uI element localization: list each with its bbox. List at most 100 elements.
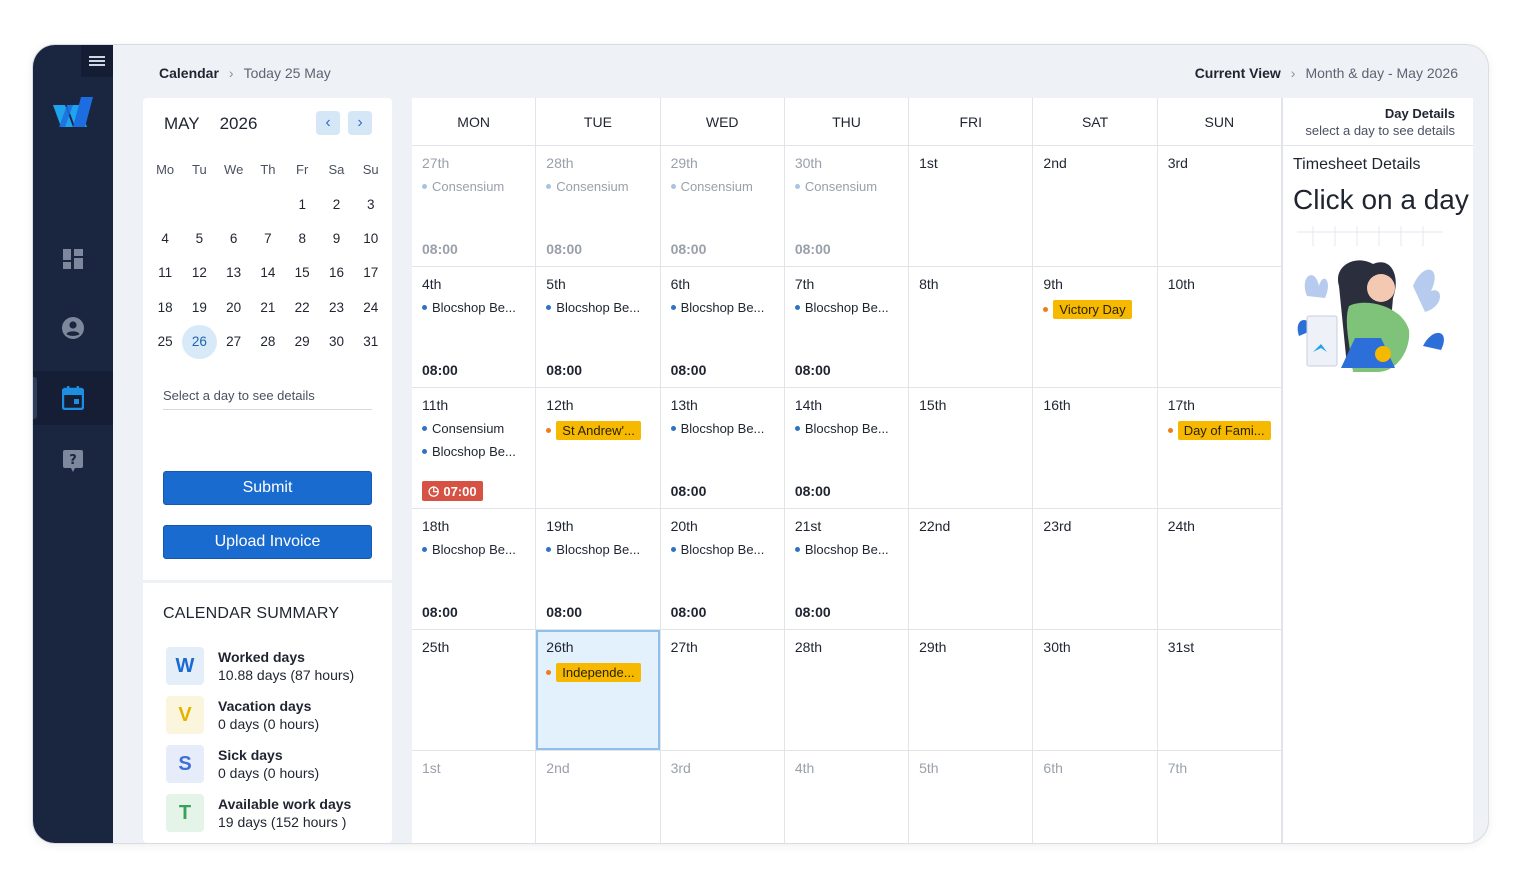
mini-day[interactable]: 6 bbox=[217, 222, 251, 256]
nav-calendar[interactable] bbox=[33, 371, 113, 425]
day-cell[interactable]: 9th Victory Day bbox=[1033, 267, 1158, 388]
mini-day-selected[interactable]: 26 bbox=[182, 325, 217, 360]
day-cell[interactable]: 31st bbox=[1157, 630, 1282, 751]
upload-invoice-button[interactable]: Upload Invoice bbox=[163, 525, 372, 559]
holiday-event[interactable]: Independe... bbox=[546, 663, 649, 682]
day-cell[interactable]: 14th Blocshop Be... 08:00 bbox=[784, 388, 910, 509]
calendar-event[interactable]: Consensium bbox=[794, 179, 898, 194]
mini-day[interactable]: 14 bbox=[251, 256, 285, 290]
mini-day[interactable]: 2 bbox=[319, 188, 353, 222]
holiday-event[interactable]: St Andrew'... bbox=[546, 421, 649, 440]
mini-day[interactable]: 25 bbox=[148, 325, 182, 359]
mini-day[interactable]: 7 bbox=[251, 222, 285, 256]
time-alert-badge[interactable]: ◷ 07:00 bbox=[422, 481, 483, 501]
calendar-event[interactable]: Blocshop Be... bbox=[422, 542, 525, 557]
day-cell[interactable]: 7th bbox=[1158, 751, 1282, 843]
mini-day[interactable]: 21 bbox=[251, 291, 285, 325]
day-cell[interactable]: 29th bbox=[909, 630, 1034, 751]
nav-help[interactable]: ? bbox=[33, 434, 113, 488]
mini-day[interactable]: 30 bbox=[319, 325, 353, 359]
day-cell[interactable]: 28th bbox=[784, 630, 910, 751]
day-cell[interactable]: 17th Day of Fami... bbox=[1157, 388, 1282, 509]
calendar-event[interactable]: Blocshop Be... bbox=[546, 542, 649, 557]
day-cell[interactable]: 27th bbox=[660, 630, 785, 751]
current-view-label[interactable]: Current View bbox=[1195, 65, 1281, 81]
day-cell[interactable]: 7th Blocshop Be... 08:00 bbox=[784, 267, 910, 388]
mini-day[interactable]: 11 bbox=[148, 256, 182, 290]
day-cell[interactable]: 4th bbox=[785, 751, 910, 843]
day-cell[interactable]: 30th bbox=[1033, 630, 1158, 751]
mini-day[interactable]: 22 bbox=[285, 291, 319, 325]
day-cell[interactable]: 8th bbox=[909, 267, 1034, 388]
holiday-event[interactable]: Victory Day bbox=[1043, 300, 1146, 319]
day-cell[interactable]: 21st Blocshop Be... 08:00 bbox=[784, 509, 910, 630]
nav-profile[interactable] bbox=[33, 301, 113, 355]
day-cell[interactable]: 13th Blocshop Be... 08:00 bbox=[660, 388, 785, 509]
day-cell[interactable]: 27th Consensium 08:00 bbox=[412, 146, 537, 267]
day-cell[interactable]: 3rd bbox=[1157, 146, 1282, 267]
mini-day[interactable]: 16 bbox=[319, 256, 353, 290]
calendar-event[interactable]: Blocshop Be... bbox=[422, 444, 525, 459]
mini-day[interactable]: 27 bbox=[217, 325, 251, 359]
submit-button[interactable]: Submit bbox=[163, 471, 372, 505]
mini-day[interactable]: 15 bbox=[285, 256, 319, 290]
mini-day[interactable]: 1 bbox=[285, 188, 319, 222]
mini-day[interactable]: 13 bbox=[217, 256, 251, 290]
calendar-event[interactable]: Blocshop Be... bbox=[670, 421, 774, 436]
brand-logo[interactable] bbox=[53, 97, 93, 132]
mini-day[interactable]: 24 bbox=[354, 291, 388, 325]
mini-day[interactable]: 28 bbox=[251, 325, 285, 359]
calendar-event[interactable]: Blocshop Be... bbox=[794, 542, 898, 557]
day-cell-today[interactable]: 26th Independe... bbox=[536, 630, 661, 751]
breadcrumb-root[interactable]: Calendar bbox=[159, 65, 219, 81]
day-cell[interactable]: 15th bbox=[909, 388, 1034, 509]
mini-day[interactable]: 29 bbox=[285, 325, 319, 359]
day-cell[interactable]: 20th Blocshop Be... 08:00 bbox=[660, 509, 785, 630]
calendar-event[interactable]: Consensium bbox=[422, 179, 525, 194]
calendar-event[interactable]: Blocshop Be... bbox=[546, 300, 649, 315]
day-cell[interactable]: 23rd bbox=[1033, 509, 1158, 630]
mini-day[interactable]: 20 bbox=[217, 291, 251, 325]
next-month-button[interactable]: › bbox=[348, 111, 372, 135]
calendar-event[interactable]: Blocshop Be... bbox=[670, 300, 774, 315]
day-cell[interactable]: 5th bbox=[909, 751, 1034, 843]
day-cell[interactable]: 24th bbox=[1157, 509, 1282, 630]
day-cell[interactable]: 10th bbox=[1157, 267, 1282, 388]
day-cell[interactable]: 2nd bbox=[1033, 146, 1158, 267]
mini-day[interactable]: 4 bbox=[148, 222, 182, 256]
day-cell[interactable]: 12th St Andrew'... bbox=[536, 388, 661, 509]
mini-day[interactable]: 10 bbox=[354, 222, 388, 256]
day-cell[interactable]: 11th Consensium Blocshop Be... ◷ 07:00 bbox=[412, 388, 537, 509]
day-cell[interactable]: 28th Consensium 08:00 bbox=[536, 146, 661, 267]
day-cell[interactable]: 3rd bbox=[661, 751, 785, 843]
mini-day[interactable]: 17 bbox=[354, 256, 388, 290]
holiday-event[interactable]: Day of Fami... bbox=[1167, 421, 1271, 440]
mini-day[interactable]: 23 bbox=[319, 291, 353, 325]
calendar-event[interactable]: Blocshop Be... bbox=[670, 542, 774, 557]
calendar-event[interactable]: Blocshop Be... bbox=[422, 300, 525, 315]
day-cell[interactable]: 19th Blocshop Be... 08:00 bbox=[536, 509, 661, 630]
calendar-event[interactable]: Blocshop Be... bbox=[794, 421, 898, 436]
day-cell[interactable]: 22nd bbox=[909, 509, 1034, 630]
calendar-event[interactable]: Consensium bbox=[670, 179, 774, 194]
calendar-event[interactable]: Consensium bbox=[422, 421, 525, 436]
calendar-event[interactable]: Consensium bbox=[546, 179, 649, 194]
calendar-event[interactable]: Blocshop Be... bbox=[794, 300, 898, 315]
day-cell[interactable]: 25th bbox=[412, 630, 537, 751]
menu-icon[interactable] bbox=[81, 45, 113, 77]
mini-day[interactable]: 3 bbox=[354, 188, 388, 222]
mini-day[interactable]: 12 bbox=[182, 256, 216, 290]
mini-day[interactable]: 9 bbox=[319, 222, 353, 256]
day-cell[interactable]: 4th Blocshop Be... 08:00 bbox=[412, 267, 537, 388]
day-cell[interactable]: 2nd bbox=[536, 751, 661, 843]
day-cell[interactable]: 16th bbox=[1033, 388, 1158, 509]
mini-day[interactable]: 31 bbox=[354, 325, 388, 359]
mini-day[interactable]: 8 bbox=[285, 222, 319, 256]
day-cell[interactable]: 1st bbox=[412, 751, 537, 843]
mini-day[interactable]: 18 bbox=[148, 291, 182, 325]
day-cell[interactable]: 5th Blocshop Be... 08:00 bbox=[536, 267, 661, 388]
day-cell[interactable]: 18th Blocshop Be... 08:00 bbox=[412, 509, 537, 630]
mini-day[interactable]: 19 bbox=[182, 291, 216, 325]
day-cell[interactable]: 30th Consensium 08:00 bbox=[784, 146, 910, 267]
day-cell[interactable]: 1st bbox=[909, 146, 1034, 267]
